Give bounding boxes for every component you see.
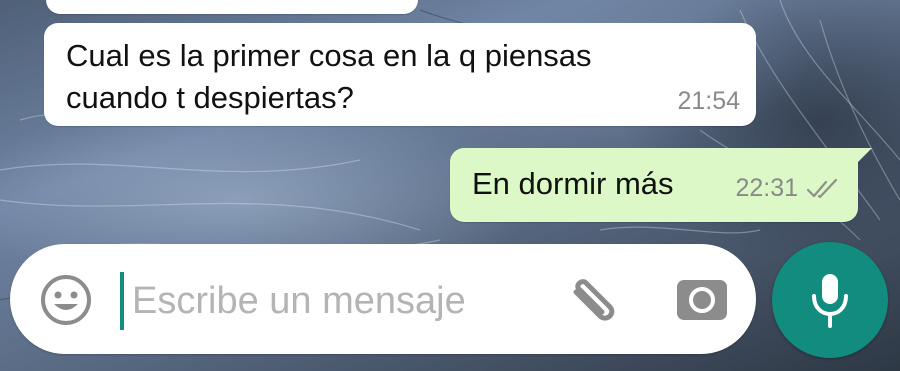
outgoing-message-meta: 22:31 <box>735 174 840 203</box>
outgoing-message-bubble[interactable]: En dormir más 22:31 <box>450 148 872 222</box>
message-input[interactable] <box>132 270 552 332</box>
microphone-icon <box>812 274 848 328</box>
text-cursor <box>120 272 124 330</box>
incoming-message-bubble[interactable]: Cual es la primer cosa en la q piensas c… <box>44 23 756 126</box>
double-check-icon <box>806 178 840 200</box>
outgoing-message-text: En dormir más <box>472 166 674 201</box>
paperclip-icon[interactable] <box>562 272 622 328</box>
camera-icon[interactable] <box>674 274 730 324</box>
outgoing-message-time: 22:31 <box>735 174 798 202</box>
message-composer <box>10 244 756 354</box>
incoming-message-line-2: cuando t despiertas? <box>66 80 354 115</box>
previous-message-bubble[interactable] <box>46 0 418 14</box>
microphone-button[interactable] <box>772 242 888 358</box>
emoji-icon[interactable] <box>40 274 92 326</box>
bubble-tail <box>856 148 872 164</box>
incoming-message-time: 21:54 <box>677 87 740 115</box>
incoming-message-text: Cual es la primer cosa en la q piensas c… <box>66 35 666 119</box>
incoming-message-line-1: Cual es la primer cosa en la q piensas <box>66 38 592 73</box>
